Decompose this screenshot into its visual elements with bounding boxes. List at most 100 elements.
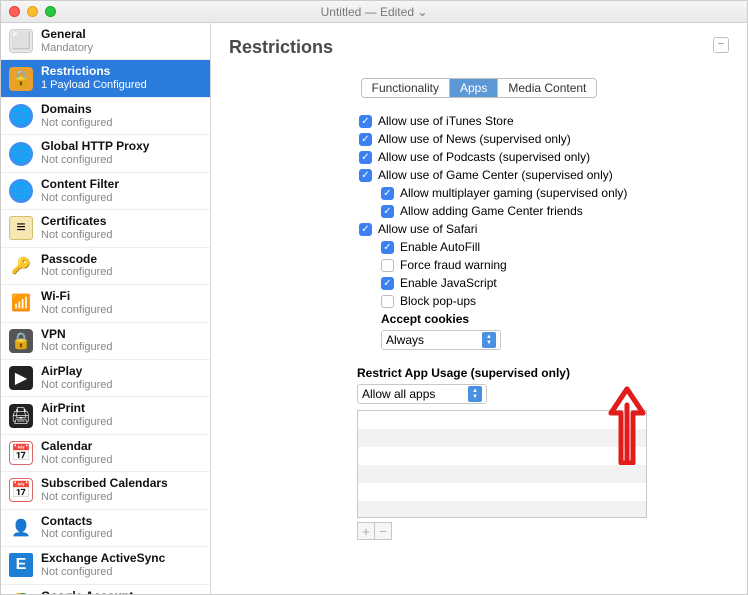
sidebar-item-sub: Not configured: [41, 154, 149, 167]
tab-functionality[interactable]: Functionality: [362, 79, 450, 97]
restrict-app-usage-select[interactable]: Allow all apps ▲▼: [357, 384, 487, 404]
checkbox-gc-multiplayer[interactable]: ✓: [381, 187, 394, 200]
wifi-icon: 📶: [9, 291, 33, 315]
option-label: Allow use of Game Center (supervised onl…: [378, 168, 613, 182]
sidebar-item-contacts[interactable]: 👤 Contacts Not configured: [1, 510, 210, 547]
checkbox-safari[interactable]: ✓: [359, 223, 372, 236]
add-app-button[interactable]: +: [357, 522, 375, 540]
sidebar-item-label: Wi-Fi: [41, 290, 113, 304]
sidebar-item-label: Global HTTP Proxy: [41, 140, 149, 154]
tab-apps[interactable]: Apps: [450, 79, 498, 97]
sidebar-item-sub: Mandatory: [41, 42, 93, 55]
tab-media-content[interactable]: Media Content: [498, 79, 596, 97]
checkbox-safari-popups[interactable]: [381, 295, 394, 308]
sidebar-item-global-http-proxy[interactable]: 🌐 Global HTTP Proxy Not configured: [1, 135, 210, 172]
sidebar-item-wifi[interactable]: 📶 Wi-Fi Not configured: [1, 285, 210, 322]
sidebar-item-label: General: [41, 28, 93, 42]
key-icon: 🔑: [9, 254, 33, 278]
globe-icon: 🌐: [9, 142, 33, 166]
sidebar-item-vpn[interactable]: 🔒 VPN Not configured: [1, 323, 210, 360]
exchange-icon: E: [9, 553, 33, 577]
certificate-icon: ≡: [9, 216, 33, 240]
select-stepper-icon: ▲▼: [468, 386, 482, 402]
printer-icon: 🖨: [9, 404, 33, 428]
sidebar-item-sub: Not configured: [41, 192, 119, 205]
checkbox-safari-fraud[interactable]: [381, 259, 394, 272]
select-stepper-icon: ▲▼: [482, 332, 496, 348]
page-title: Restrictions: [229, 37, 729, 58]
sidebar-item-sub: Not configured: [41, 379, 113, 392]
option-label: Force fraud warning: [400, 258, 507, 272]
option-label: Enable JavaScript: [400, 276, 497, 290]
accept-cookies-label: Accept cookies: [381, 312, 469, 326]
sidebar-item-passcode[interactable]: 🔑 Passcode Not configured: [1, 248, 210, 285]
sidebar-item-label: Calendar: [41, 440, 113, 454]
option-label: Allow adding Game Center friends: [400, 204, 583, 218]
airplay-icon: ▶: [9, 366, 33, 390]
sidebar-item-label: AirPlay: [41, 365, 113, 379]
sidebar-item-google-account[interactable]: Google Account Not configured: [1, 585, 210, 594]
titlebar: Untitled — Edited ⌄: [1, 1, 747, 23]
sidebar-item-certificates[interactable]: ≡ Certificates Not configured: [1, 210, 210, 247]
general-icon: ⬜: [9, 29, 33, 53]
sidebar-item-sub: Not configured: [41, 566, 165, 579]
sidebar-item-sub: Not configured: [41, 266, 113, 279]
google-icon: [9, 591, 33, 594]
sidebar-item-sub: Not configured: [41, 454, 113, 467]
remove-app-button[interactable]: −: [374, 522, 392, 540]
sidebar-item-sub: 1 Payload Configured: [41, 79, 147, 92]
checkbox-podcasts[interactable]: ✓: [359, 151, 372, 164]
sidebar-item-label: VPN: [41, 328, 113, 342]
sidebar-item-content-filter[interactable]: 🌐 Content Filter Not configured: [1, 173, 210, 210]
vpn-icon: 🔒: [9, 329, 33, 353]
select-value: Always: [386, 333, 424, 347]
accept-cookies-select[interactable]: Always ▲▼: [381, 330, 501, 350]
option-label: Allow multiplayer gaming (supervised onl…: [400, 186, 627, 200]
checkbox-safari-js[interactable]: ✓: [381, 277, 394, 290]
sidebar-item-sub: Not configured: [41, 117, 113, 130]
globe-icon: 🌐: [9, 179, 33, 203]
checkbox-itunes[interactable]: ✓: [359, 115, 372, 128]
sidebar-item-airplay[interactable]: ▶ AirPlay Not configured: [1, 360, 210, 397]
option-label: Allow use of Podcasts (supervised only): [378, 150, 590, 164]
option-label: Allow use of News (supervised only): [378, 132, 571, 146]
lock-icon: 🔒: [9, 67, 33, 91]
window-title: Untitled — Edited ⌄: [1, 5, 747, 19]
sidebar-item-sub: Not configured: [41, 416, 113, 429]
sidebar-item-subscribed-calendars[interactable]: 📅 Subscribed Calendars Not configured: [1, 472, 210, 509]
checkbox-safari-autofill[interactable]: ✓: [381, 241, 394, 254]
option-label: Allow use of iTunes Store: [378, 114, 514, 128]
sidebar-item-calendar[interactable]: 📅 Calendar Not configured: [1, 435, 210, 472]
sidebar-item-restrictions[interactable]: 🔒 Restrictions 1 Payload Configured: [1, 60, 210, 97]
select-value: Allow all apps: [362, 387, 435, 401]
sidebar-item-sub: Not configured: [41, 341, 113, 354]
sidebar: ⬜ General Mandatory 🔒 Restrictions 1 Pay…: [1, 23, 211, 594]
sidebar-item-label: Passcode: [41, 253, 113, 267]
sidebar-item-sub: Not configured: [41, 491, 168, 504]
collapse-button[interactable]: −: [713, 37, 729, 53]
sidebar-item-sub: Not configured: [41, 304, 113, 317]
tab-bar: Functionality Apps Media Content: [361, 78, 598, 98]
option-label: Block pop-ups: [400, 294, 476, 308]
sidebar-item-exchange-activesync[interactable]: E Exchange ActiveSync Not configured: [1, 547, 210, 584]
option-label: Allow use of Safari: [378, 222, 477, 236]
contacts-icon: 👤: [9, 516, 33, 540]
sidebar-item-domains[interactable]: 🌐 Domains Not configured: [1, 98, 210, 135]
subscribed-calendar-icon: 📅: [9, 478, 33, 502]
checkbox-gamecenter[interactable]: ✓: [359, 169, 372, 182]
restrict-app-usage-section: Restrict App Usage (supervised only) All…: [357, 366, 729, 540]
sidebar-item-label: Restrictions: [41, 65, 147, 79]
sidebar-item-label: Subscribed Calendars: [41, 477, 168, 491]
sidebar-item-label: Content Filter: [41, 178, 119, 192]
sidebar-item-sub: Not configured: [41, 229, 113, 242]
checkbox-gc-friends[interactable]: ✓: [381, 205, 394, 218]
sidebar-item-general[interactable]: ⬜ General Mandatory: [1, 23, 210, 60]
app-list[interactable]: [357, 410, 647, 518]
sidebar-item-label: Google Account: [41, 590, 133, 594]
restrict-app-usage-label: Restrict App Usage (supervised only): [357, 366, 729, 380]
sidebar-item-label: Domains: [41, 103, 113, 117]
sidebar-item-label: Certificates: [41, 215, 113, 229]
sidebar-item-airprint[interactable]: 🖨 AirPrint Not configured: [1, 397, 210, 434]
sidebar-item-label: Contacts: [41, 515, 113, 529]
checkbox-news[interactable]: ✓: [359, 133, 372, 146]
